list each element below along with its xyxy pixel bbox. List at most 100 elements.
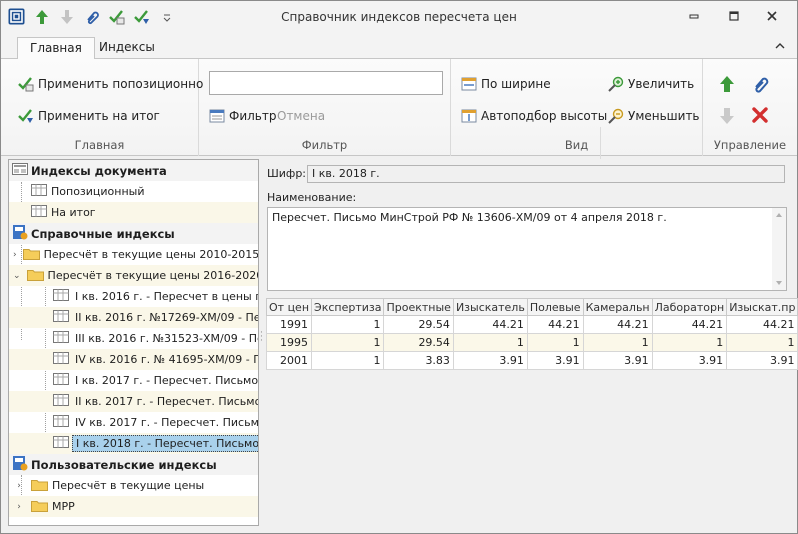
table-cell[interactable]: 3.83 <box>383 351 454 370</box>
tree-item-label: I кв. 2016 г. - Пересчет в цены пере <box>75 290 258 303</box>
detail-panel: Шифр: I кв. 2018 г. Наименование: Пересч… <box>263 159 798 526</box>
table-cell[interactable]: 1 <box>526 333 584 352</box>
move-down-icon[interactable] <box>719 107 735 128</box>
table-cell[interactable]: 2001 <box>265 351 313 370</box>
auto-height-button[interactable]: Автоподбор высоты <box>461 106 607 126</box>
tree-item-2016-q2[interactable]: II кв. 2016 г. №17269-ХМ/09 - Пересч <box>9 307 258 328</box>
tree-item-2017-q2[interactable]: II кв. 2017 г. - Пересчет. Письмо Ми <box>9 391 258 412</box>
table-icon <box>53 309 69 326</box>
group-main-label: Главная <box>74 138 125 152</box>
table-row[interactable]: 2001 1 3.83 3.91 3.91 3.91 3.91 3.91 <box>265 351 798 370</box>
column-header[interactable]: Изыскатель <box>452 298 528 316</box>
table-cell[interactable]: 3.91 <box>582 351 653 370</box>
tree-item-position[interactable]: Попозиционный <box>9 181 258 202</box>
expand-icon[interactable]: › <box>13 502 25 512</box>
folder-icon <box>31 499 48 515</box>
ribbon-tabs: Главная Индексы <box>1 33 797 60</box>
table-cell[interactable]: 3.91 <box>651 351 728 370</box>
tree-folder-user-current[interactable]: › Пересчёт в текущие цены <box>9 475 258 496</box>
name-scrollbar[interactable] <box>772 208 786 290</box>
table-cell[interactable]: 1991 <box>265 315 313 334</box>
table-cell[interactable]: 1 <box>311 351 385 370</box>
tab-indexes[interactable]: Индексы <box>87 37 167 60</box>
column-header[interactable]: Камеральн <box>582 298 653 316</box>
table-cell[interactable]: 3.91 <box>452 351 528 370</box>
tree-root-user[interactable]: Пользовательские индексы <box>9 454 258 475</box>
table-cell[interactable]: 44.21 <box>726 315 798 334</box>
column-header[interactable]: Проектные <box>383 298 454 316</box>
table-cell[interactable]: 44.21 <box>651 315 728 334</box>
table-cell[interactable]: 1995 <box>265 333 313 352</box>
tree-item-2017-q1[interactable]: I кв. 2017 г. - Пересчет. Письмо Мин <box>9 370 258 391</box>
table-cell[interactable]: 44.21 <box>452 315 528 334</box>
tree-root-document[interactable]: Индексы документа <box>9 160 258 181</box>
cipher-field[interactable]: I кв. 2018 г. <box>307 165 785 183</box>
tree-item-2016-q3[interactable]: III кв. 2016 г. №31523-ХМ/09 - Пере <box>9 328 258 349</box>
zoom-in-button[interactable]: Увеличить <box>608 74 694 94</box>
table-cell[interactable]: 3.91 <box>726 351 798 370</box>
tree-folder-2010-2015[interactable]: › Пересчёт в текущие цены 2010-2015 <box>9 244 258 265</box>
expand-icon[interactable]: › <box>13 481 25 491</box>
zoom-out-button[interactable]: Уменьшить <box>608 106 700 126</box>
table-cell[interactable]: 1 <box>311 315 385 334</box>
table-cell[interactable]: 44.21 <box>582 315 653 334</box>
filter-input[interactable] <box>209 71 443 95</box>
table-cell[interactable]: 29.54 <box>383 315 454 334</box>
tree-folder-2016-2020[interactable]: ⌄ Пересчёт в текущие цены 2016-2020 <box>9 265 258 286</box>
column-header[interactable]: От цен <box>265 298 313 316</box>
tree-item-2018-q1-selected[interactable]: I кв. 2018 г. - Пересчет. Письмо Мин <box>9 433 258 454</box>
tree-folder-mrr[interactable]: › МРР <box>9 496 258 517</box>
table-cell[interactable]: 29.54 <box>383 333 454 352</box>
index-grid[interactable]: От цен Экспертиза Проектные Изыскатель П… <box>265 298 798 370</box>
table-cell[interactable]: 1 <box>582 333 653 352</box>
minimize-button[interactable] <box>679 6 709 26</box>
fit-width-button[interactable]: По ширине <box>461 74 551 94</box>
zoom-in-label: Увеличить <box>628 77 695 91</box>
table-icon <box>53 330 69 347</box>
delete-icon[interactable] <box>752 107 768 126</box>
tree-root-reference-label: Справочные индексы <box>31 226 175 241</box>
tree-item-2017-q4[interactable]: IV кв. 2017 г. - Пересчет. Письмо Ми <box>9 412 258 433</box>
table-cell[interactable]: 1 <box>452 333 528 352</box>
tree-item-label: IV кв. 2017 г. - Пересчет. Письмо Ми <box>75 416 259 429</box>
table-icon <box>53 372 69 389</box>
table-cell[interactable]: 1 <box>311 333 385 352</box>
close-button[interactable] <box>757 6 787 26</box>
name-field[interactable]: Пересчет. Письмо МинСтрой РФ № 13606-ХМ/… <box>267 207 787 291</box>
table-icon <box>53 288 69 305</box>
table-icon <box>53 351 69 368</box>
collapse-icon[interactable]: ⌄ <box>13 271 21 281</box>
expand-icon[interactable]: › <box>13 250 17 260</box>
table-row[interactable]: 1991 1 29.54 44.21 44.21 44.21 44.21 44.… <box>265 315 798 334</box>
move-up-icon[interactable] <box>719 75 735 96</box>
table-cell[interactable]: 1 <box>726 333 798 352</box>
table-cell[interactable]: 44.21 <box>526 315 584 334</box>
apply-position-button[interactable]: Применить попозиционно <box>18 74 203 94</box>
column-header[interactable]: Изыскат.пр <box>726 298 798 316</box>
column-header[interactable]: Полевые <box>526 298 584 316</box>
folder-icon <box>31 478 48 494</box>
filter-label: Фильтр <box>229 109 277 123</box>
tree-item-label: II кв. 2017 г. - Пересчет. Письмо Ми <box>75 395 259 408</box>
table-row[interactable]: 1995 1 29.54 1 1 1 1 1 <box>265 333 798 352</box>
maximize-button[interactable] <box>719 6 749 26</box>
tree-item-total[interactable]: На итог <box>9 202 258 223</box>
tree-item-label: Попозиционный <box>51 185 145 198</box>
collapse-ribbon-icon[interactable] <box>775 40 785 53</box>
filter-icon <box>209 108 225 124</box>
auto-height-label: Автоподбор высоты <box>481 109 608 123</box>
column-header[interactable]: Лабораторн <box>651 298 728 316</box>
cancel-filter-button[interactable]: Отмена <box>277 106 325 126</box>
table-cell[interactable]: 1 <box>651 333 728 352</box>
apply-total-button[interactable]: Применить на итог <box>18 106 160 126</box>
index-tree[interactable]: Индексы документа Попозиционный На итог … <box>8 159 259 526</box>
table-cell[interactable]: 3.91 <box>526 351 584 370</box>
tree-folder-label: Пересчёт в текущие цены <box>52 479 205 492</box>
tree-root-reference[interactable]: Справочные индексы <box>9 223 258 244</box>
column-header[interactable]: Экспертиза <box>311 298 385 316</box>
tree-item-2016-q4[interactable]: IV кв. 2016 г. № 41695-ХМ/09 - Пере <box>9 349 258 370</box>
attach-icon[interactable] <box>752 75 770 96</box>
tab-main[interactable]: Главная <box>17 37 95 60</box>
tree-item-2016-q1[interactable]: I кв. 2016 г. - Пересчет в цены пере <box>9 286 258 307</box>
filter-button[interactable]: Фильтр <box>209 106 276 126</box>
